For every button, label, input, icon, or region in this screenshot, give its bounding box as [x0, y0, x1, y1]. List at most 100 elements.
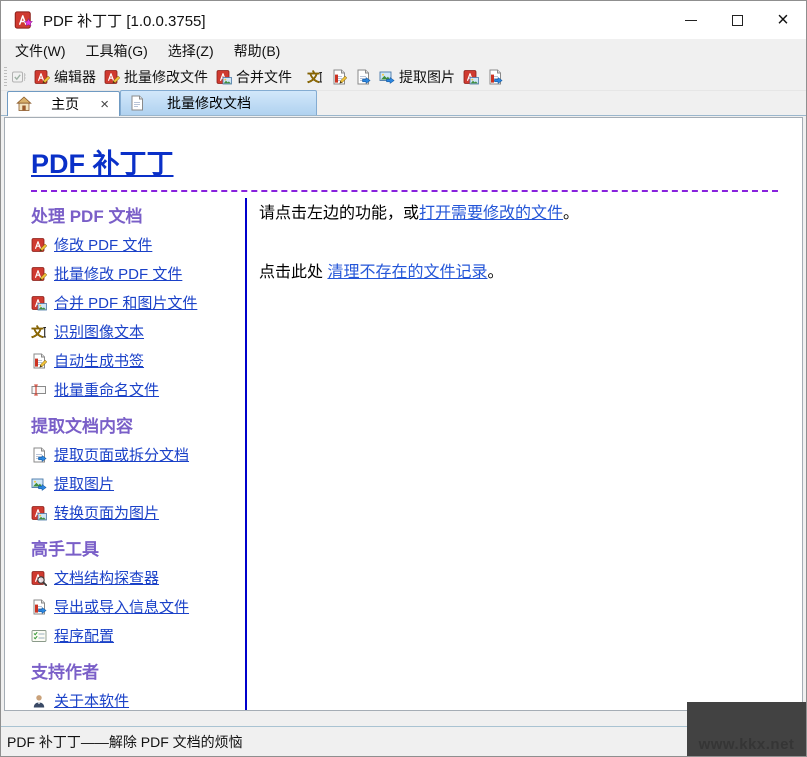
menu-help[interactable]: 帮助(B): [224, 39, 291, 63]
minimize-icon: [685, 20, 697, 21]
open-file-link[interactable]: 打开需要修改的文件: [419, 205, 563, 222]
link-label: 提取页面或拆分文档: [54, 444, 189, 465]
tab-batch-edit[interactable]: 批量修改文档: [120, 90, 317, 115]
rename-icon: [31, 382, 47, 398]
toolbar: 编辑器 批量修改文件 合并文件 提取图片: [1, 63, 806, 91]
toolbar-render-page-button[interactable]: [460, 67, 482, 87]
watermark-text: www.kkx.net: [687, 736, 806, 753]
link-batch-rename[interactable]: 批量重命名文件: [31, 379, 245, 400]
welcome-message: 请点击左边的功能，或打开需要修改的文件。: [259, 202, 778, 225]
ocr-icon: [31, 324, 47, 340]
tab-home-label: 主页: [32, 94, 98, 114]
link-label: 批量重命名文件: [54, 379, 159, 400]
bookmark-generator-icon: [31, 353, 47, 369]
tab-home[interactable]: 主页 ×: [7, 91, 120, 116]
link-label: 自动生成书签: [54, 350, 144, 371]
maximize-icon: [732, 15, 743, 26]
minimize-button[interactable]: [668, 1, 714, 39]
link-label: 提取图片: [54, 473, 114, 494]
section-header-support: 支持作者: [31, 658, 245, 683]
toolbar-grip[interactable]: [4, 67, 7, 87]
link-extract-page[interactable]: 提取页面或拆分文档: [31, 444, 245, 465]
function-list: 处理 PDF 文档 修改 PDF 文件 批量修改 PDF 文件 合并 PDF 和…: [31, 198, 245, 711]
menu-select[interactable]: 选择(Z): [158, 39, 224, 63]
app-window: PDF 补丁丁 [1.0.0.3755] × 文件(W) 工具箱(G) 选择(Z…: [0, 0, 807, 757]
link-structure-inspector[interactable]: 文档结构探查器: [31, 567, 245, 588]
about-icon: [31, 693, 47, 709]
render-page-icon: [463, 69, 479, 85]
link-batch-edit-pdf[interactable]: 批量修改 PDF 文件: [31, 263, 245, 284]
toolbar-batch-edit-button[interactable]: 批量修改文件: [101, 65, 211, 89]
window-title: PDF 补丁丁 [1.0.0.3755]: [43, 10, 206, 31]
toolbar-ocr-button[interactable]: [304, 67, 326, 87]
link-ocr[interactable]: 识别图像文本: [31, 321, 245, 342]
pdf-batch-edit-icon: [104, 69, 120, 85]
extract-page-icon: [355, 69, 371, 85]
info-file-icon: [31, 599, 47, 615]
link-app-config[interactable]: 程序配置: [31, 625, 245, 646]
menu-bar: 文件(W) 工具箱(G) 选择(Z) 帮助(B): [1, 39, 806, 63]
link-merge-pdf[interactable]: 合并 PDF 和图片文件: [31, 292, 245, 313]
close-icon: ×: [777, 10, 789, 30]
config-icon: [31, 628, 47, 644]
welcome-pane: 请点击左边的功能，或打开需要修改的文件。 点击此处 清理不存在的文件记录。: [245, 198, 778, 711]
welcome-text: 请点击左边的功能，或: [259, 205, 419, 222]
pdf-merge-icon: [216, 69, 232, 85]
toolbar-editor-button[interactable]: 编辑器: [31, 65, 99, 89]
link-label: 合并 PDF 和图片文件: [54, 292, 197, 313]
extract-image-icon: [379, 69, 395, 85]
app-title-link[interactable]: PDF 补丁丁: [31, 142, 174, 181]
toolbar-extract-image-button[interactable]: 提取图片: [376, 65, 458, 89]
toolbar-editor-label: 编辑器: [54, 67, 96, 87]
tab-strip: 主页 × 批量修改文档: [1, 91, 806, 116]
window-controls: ×: [668, 1, 806, 39]
link-label: 程序配置: [54, 625, 114, 646]
toolbar-merge-label: 合并文件: [236, 67, 292, 87]
home-page: PDF 补丁丁 处理 PDF 文档 修改 PDF 文件 批量修改 PDF 文件: [4, 117, 803, 711]
toolbar-extract-page-button[interactable]: [352, 67, 374, 87]
toolbar-batch-edit-label: 批量修改文件: [124, 67, 208, 87]
cleanup-text: 点击此处: [259, 264, 327, 281]
menu-toolbox[interactable]: 工具箱(G): [76, 39, 158, 63]
link-info-file[interactable]: 导出或导入信息文件: [31, 596, 245, 617]
cleanup-text-end: 。: [487, 264, 503, 281]
section-header-process-pdf: 处理 PDF 文档: [31, 202, 245, 227]
toolbar-bookmark-button[interactable]: [328, 67, 350, 87]
link-label: 转换页面为图片: [54, 502, 159, 523]
link-edit-pdf[interactable]: 修改 PDF 文件: [31, 234, 245, 255]
bookmark-generator-icon: [331, 69, 347, 85]
link-render-page[interactable]: 转换页面为图片: [31, 502, 245, 523]
link-extract-image[interactable]: 提取图片: [31, 473, 245, 494]
welcome-text-end: 。: [563, 205, 579, 222]
info-file-icon: [487, 69, 503, 85]
link-about[interactable]: 关于本软件: [31, 690, 245, 711]
link-label: 批量修改 PDF 文件: [54, 263, 182, 284]
dashed-divider: [31, 190, 778, 192]
pdf-merge-icon: [31, 295, 47, 311]
content-area: PDF 补丁丁 处理 PDF 文档 修改 PDF 文件 批量修改 PDF 文件: [1, 116, 806, 726]
ocr-icon: [307, 69, 323, 85]
cleanup-records-link[interactable]: 清理不存在的文件记录: [327, 264, 487, 281]
link-auto-bookmark[interactable]: 自动生成书签: [31, 350, 245, 371]
home-icon: [16, 96, 32, 112]
app-pdf-star-icon: [14, 10, 34, 30]
section-header-advanced: 高手工具: [31, 535, 245, 560]
document-icon: [129, 95, 145, 111]
pdf-batch-edit-icon: [31, 266, 47, 282]
link-label: 导出或导入信息文件: [54, 596, 189, 617]
toolbar-extract-image-label: 提取图片: [399, 67, 455, 87]
toolbar-info-file-button[interactable]: [484, 67, 506, 87]
maximize-button[interactable]: [714, 1, 760, 39]
menu-file[interactable]: 文件(W): [5, 39, 76, 63]
link-label: 识别图像文本: [54, 321, 144, 342]
link-label: 关于本软件: [54, 690, 129, 711]
pdf-editor-icon: [31, 237, 47, 253]
tab-close-icon[interactable]: ×: [98, 97, 111, 112]
close-button[interactable]: ×: [760, 1, 806, 39]
render-page-icon: [31, 505, 47, 521]
pdf-editor-icon: [34, 69, 50, 85]
toolbar-merge-button[interactable]: 合并文件: [213, 65, 295, 89]
link-label: 修改 PDF 文件: [54, 234, 152, 255]
toolbar-checkbox-icon[interactable]: [11, 69, 27, 85]
watermark-overlay: www.kkx.net: [687, 702, 806, 756]
